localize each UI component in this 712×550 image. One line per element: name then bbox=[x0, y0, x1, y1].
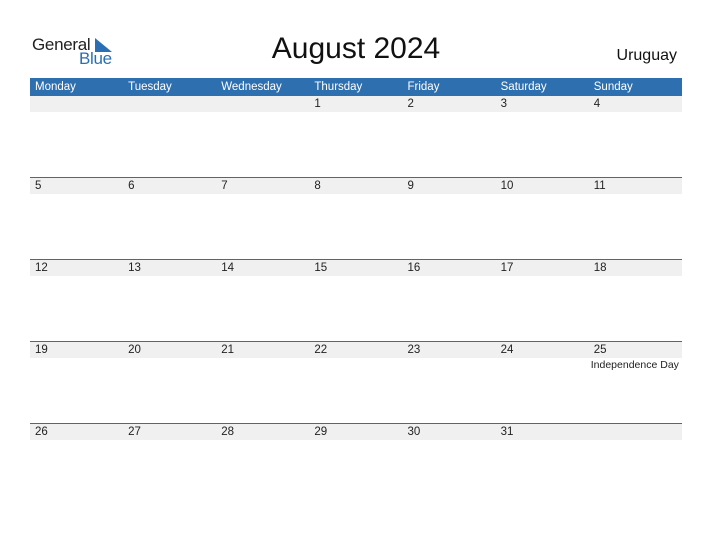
country-label: Uruguay bbox=[616, 47, 677, 64]
holiday-label bbox=[216, 358, 309, 372]
day-number bbox=[123, 96, 216, 112]
date-row: 19 20 21 22 23 24 25 bbox=[30, 342, 682, 358]
day-number: 12 bbox=[35, 262, 48, 274]
day-number: 8 bbox=[314, 180, 321, 192]
day-number: 5 bbox=[35, 180, 42, 192]
weekday-monday: Monday bbox=[35, 81, 76, 93]
weekday-saturday: Saturday bbox=[500, 81, 547, 93]
calendar-grid: Monday Tuesday Wednesday Thursday Friday… bbox=[30, 78, 682, 505]
day-number: 13 bbox=[128, 262, 141, 274]
weekday-sunday: Sunday bbox=[593, 81, 633, 93]
day-number: 4 bbox=[593, 98, 601, 110]
day-number bbox=[30, 96, 123, 112]
day-number: 6 bbox=[128, 180, 135, 192]
day-number: 22 bbox=[314, 344, 328, 356]
date-row: 12 13 14 15 16 17 18 bbox=[30, 260, 682, 276]
day-number: 1 bbox=[314, 98, 321, 110]
day-number: 28 bbox=[221, 426, 235, 438]
day-number: 29 bbox=[314, 426, 328, 438]
holiday-label bbox=[496, 358, 589, 372]
event-row: Independence Day bbox=[30, 358, 682, 372]
day-number: 31 bbox=[500, 426, 514, 438]
weekday-header: Monday Tuesday Wednesday Thursday Friday… bbox=[30, 78, 682, 96]
weekday-wednesday: Wednesday bbox=[221, 81, 282, 93]
day-number: 23 bbox=[407, 344, 421, 356]
holiday-label bbox=[403, 358, 496, 372]
date-row: 5 6 7 8 9 10 11 bbox=[30, 178, 682, 194]
date-row: 26 27 28 29 30 31 bbox=[30, 424, 682, 440]
day-number: 2 bbox=[407, 98, 414, 110]
calendar-week: 19 20 21 22 23 24 25 Independence Day bbox=[30, 341, 682, 423]
date-row: 1 2 3 4 bbox=[30, 96, 682, 112]
holiday-label bbox=[309, 358, 402, 372]
day-number: 30 bbox=[407, 426, 421, 438]
day-number: 20 bbox=[128, 344, 141, 356]
calendar-week: 12 13 14 15 16 17 18 bbox=[30, 259, 682, 341]
day-number: 3 bbox=[500, 98, 508, 110]
day-number: 11 bbox=[593, 180, 606, 192]
weekday-tuesday: Tuesday bbox=[128, 81, 172, 93]
holiday-label bbox=[123, 358, 216, 372]
day-number: 18 bbox=[593, 262, 607, 274]
day-number: 19 bbox=[35, 344, 48, 356]
day-number bbox=[589, 424, 682, 440]
day-number: 24 bbox=[500, 344, 514, 356]
day-number: 26 bbox=[35, 426, 48, 438]
day-number: 17 bbox=[500, 262, 514, 274]
calendar-week: 26 27 28 29 30 31 bbox=[30, 423, 682, 505]
holiday-label: Independence Day bbox=[590, 359, 679, 371]
calendar-title: August 2024 bbox=[271, 32, 441, 65]
day-number: 14 bbox=[221, 262, 235, 274]
day-number: 21 bbox=[221, 344, 235, 356]
weekday-friday: Friday bbox=[407, 81, 440, 93]
day-number: 9 bbox=[407, 180, 414, 192]
calendar-week: 1 2 3 4 bbox=[30, 96, 682, 177]
day-number: 15 bbox=[314, 262, 328, 274]
day-number: 10 bbox=[500, 180, 514, 192]
weekday-thursday: Thursday bbox=[314, 81, 363, 93]
day-number: 27 bbox=[128, 426, 141, 438]
day-number bbox=[216, 96, 309, 112]
day-number: 7 bbox=[221, 180, 228, 192]
holiday-label bbox=[30, 358, 123, 372]
day-number: 16 bbox=[407, 262, 421, 274]
day-number: 25 bbox=[593, 344, 607, 356]
calendar-week: 5 6 7 8 9 10 11 bbox=[30, 177, 682, 259]
